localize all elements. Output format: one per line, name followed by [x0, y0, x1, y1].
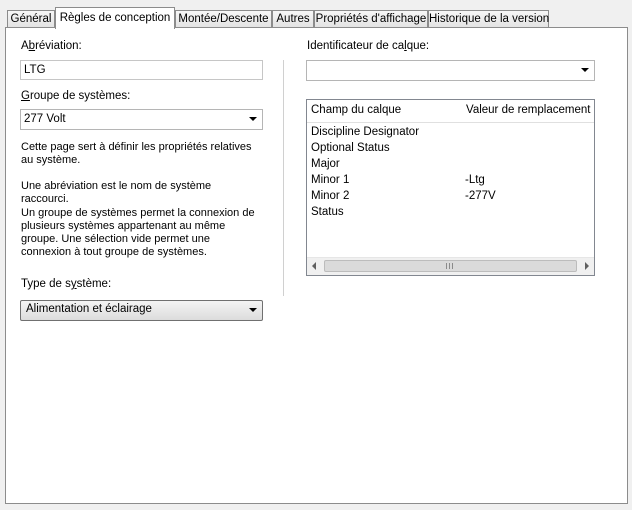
layer-field-list[interactable]: Champ du calque Valeur de remplacement D…: [306, 99, 595, 276]
system-type-value: Alimentation et éclairage: [26, 303, 152, 315]
system-type-select[interactable]: Alimentation et éclairage: [20, 300, 263, 321]
table-row[interactable]: Major: [307, 158, 594, 174]
abbreviation-label: Abréviation:: [21, 40, 82, 52]
list-header: Champ du calque Valeur de remplacement: [307, 100, 594, 123]
horizontal-scrollbar[interactable]: [307, 257, 594, 275]
scroll-left-icon[interactable]: [312, 262, 316, 270]
field-cell: Minor 1: [311, 174, 350, 186]
tab-version-history[interactable]: Historique de la version: [428, 10, 549, 27]
table-row[interactable]: Minor 2 -277V: [307, 190, 594, 206]
column-divider: [283, 60, 284, 296]
layer-identifier-label: Identificateur de calque:: [307, 40, 430, 52]
abbreviation-input[interactable]: LTG: [20, 60, 263, 80]
chevron-down-icon: [249, 308, 257, 312]
table-row[interactable]: Discipline Designator: [307, 126, 594, 142]
system-type-label: Type de système:: [21, 278, 112, 290]
system-group-value: 277 Volt: [24, 113, 66, 125]
column-header-value[interactable]: Valeur de remplacement: [466, 104, 590, 116]
field-cell: Discipline Designator: [311, 126, 420, 138]
field-cell: Optional Status: [311, 142, 390, 154]
layer-identifier-select[interactable]: [306, 60, 595, 81]
description-text-3: Un groupe de systèmes permet la connexio…: [21, 207, 255, 258]
tab-rise-drop[interactable]: Montée/Descente: [175, 10, 272, 27]
system-group-select[interactable]: 277 Volt: [20, 109, 263, 130]
tab-general[interactable]: Général: [7, 10, 55, 27]
table-row[interactable]: Status: [307, 206, 594, 222]
field-cell: Major: [311, 158, 340, 170]
field-cell: Minor 2: [311, 190, 350, 202]
description-text-1: Cette page sert à définir les propriétés…: [21, 141, 252, 166]
tab-other[interactable]: Autres: [272, 10, 314, 27]
scrollbar-thumb[interactable]: [324, 260, 577, 272]
tab-strip: Général Règles de conception Montée/Desc…: [0, 0, 632, 29]
tab-display-properties[interactable]: Propriétés d'affichage: [314, 10, 428, 27]
table-row[interactable]: Optional Status: [307, 142, 594, 158]
column-header-field[interactable]: Champ du calque: [311, 104, 401, 116]
scroll-right-icon[interactable]: [585, 262, 589, 270]
chevron-down-icon: [581, 68, 589, 72]
description-text-2: Une abréviation est le nom de système ra…: [21, 180, 212, 205]
chevron-down-icon: [249, 117, 257, 121]
grip-icon: [446, 263, 453, 269]
value-cell: -277V: [465, 190, 496, 202]
tab-design-rules[interactable]: Règles de conception: [55, 7, 175, 29]
field-cell: Status: [311, 206, 344, 218]
value-cell: -Ltg: [465, 174, 485, 186]
table-row[interactable]: Minor 1 -Ltg: [307, 174, 594, 190]
system-group-label: Groupe de systèmes:: [21, 90, 131, 102]
